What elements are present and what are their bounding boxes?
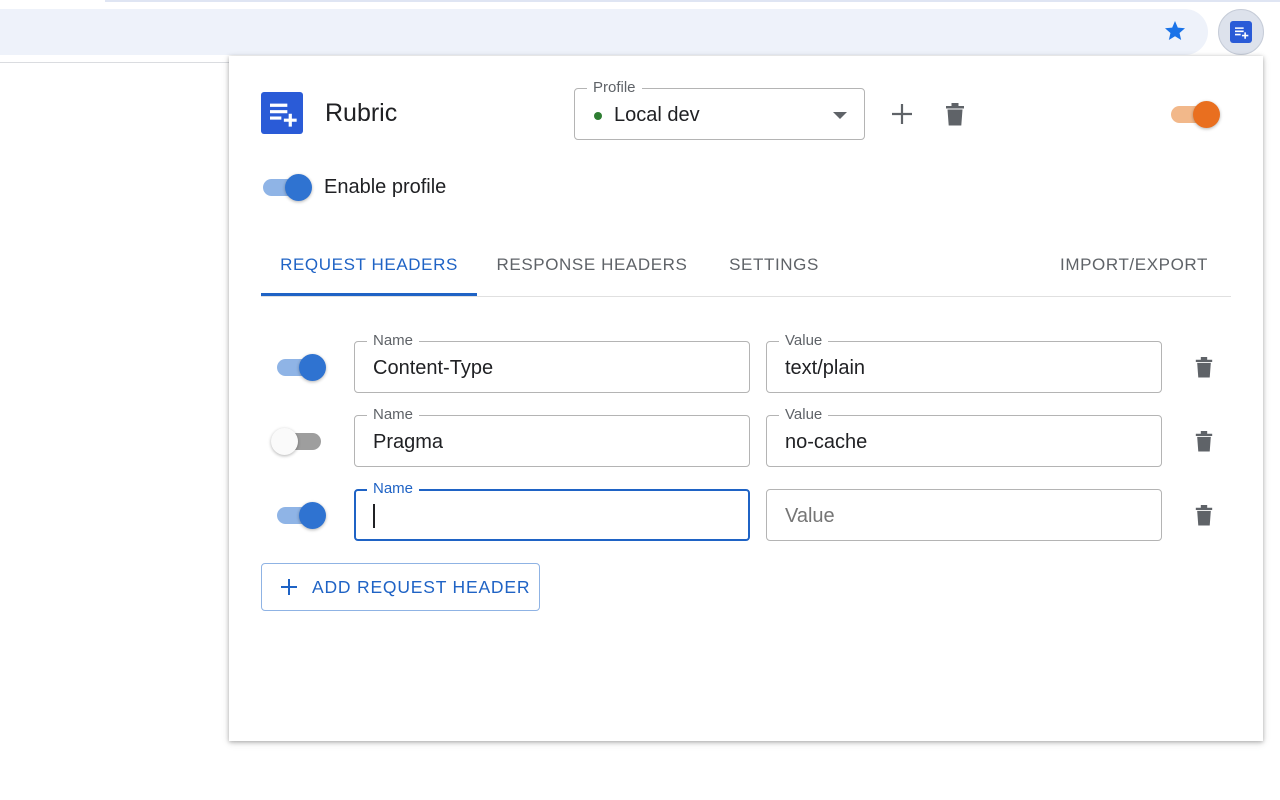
playlist-add-icon bbox=[261, 92, 303, 134]
browser-toolbar bbox=[0, 0, 1280, 64]
trash-icon bbox=[946, 103, 964, 126]
delete-header-button[interactable] bbox=[1184, 347, 1224, 387]
header-enabled-switch[interactable] bbox=[275, 351, 327, 383]
tab-request-headers[interactable]: REQUEST HEADERS bbox=[261, 253, 477, 297]
delete-header-button[interactable] bbox=[1184, 421, 1224, 461]
toolbar-divider bbox=[0, 62, 230, 63]
profile-status-dot bbox=[594, 112, 602, 120]
header-name-value: Content-Type bbox=[373, 357, 494, 379]
address-bar[interactable] bbox=[0, 9, 1208, 55]
header-value-label: Value bbox=[779, 332, 829, 350]
profile-select[interactable]: Profile Local dev bbox=[574, 79, 865, 140]
extension-button[interactable] bbox=[1218, 9, 1264, 55]
tabs-divider bbox=[261, 296, 1231, 297]
enable-profile-label: Enable profile bbox=[324, 176, 447, 198]
header-enabled-switch[interactable] bbox=[271, 425, 323, 457]
star-icon bbox=[1165, 21, 1185, 40]
plus-icon bbox=[280, 578, 298, 596]
add-profile-button[interactable] bbox=[882, 94, 922, 134]
delete-header-button[interactable] bbox=[1184, 495, 1224, 535]
extension-popup: Rubric Profile Local dev Enable profile … bbox=[229, 56, 1263, 741]
trash-icon bbox=[1195, 431, 1213, 452]
bookmark-star-button[interactable] bbox=[1162, 18, 1188, 44]
header-value-field[interactable]: Value text/plain bbox=[766, 332, 1162, 393]
dropdown-arrow-icon bbox=[833, 112, 847, 119]
trash-icon bbox=[1195, 505, 1213, 526]
tab-response-headers[interactable]: RESPONSE HEADERS bbox=[487, 253, 697, 297]
header-name-label: Name bbox=[367, 406, 420, 424]
header-name-label: Name bbox=[367, 332, 420, 350]
enable-profile-switch[interactable] bbox=[261, 171, 313, 203]
delete-profile-button[interactable] bbox=[935, 94, 975, 134]
trash-icon bbox=[1195, 357, 1213, 378]
header-value-field[interactable]: Value no-cache bbox=[766, 406, 1162, 467]
tab-strip-edge bbox=[105, 0, 1280, 2]
header-name-value: Pragma bbox=[373, 431, 444, 453]
tab-settings[interactable]: SETTINGS bbox=[709, 253, 839, 297]
profile-selected-value: Local dev bbox=[614, 104, 700, 126]
extension-master-switch[interactable] bbox=[1169, 98, 1221, 130]
rubric-extension-icon bbox=[1230, 21, 1252, 43]
profile-select-label: Profile bbox=[587, 79, 642, 97]
tab-import-export[interactable]: IMPORT/EXPORT bbox=[1044, 253, 1224, 297]
add-request-header-button[interactable]: ADD REQUEST HEADER bbox=[261, 563, 540, 611]
header-value-label: Value bbox=[779, 406, 829, 424]
text-cursor bbox=[373, 504, 375, 528]
header-enabled-switch[interactable] bbox=[275, 499, 327, 531]
header-name-field[interactable]: Name Content-Type bbox=[354, 332, 750, 393]
header-name-label: Name bbox=[367, 480, 420, 498]
header-value-value: text/plain bbox=[785, 357, 866, 379]
app-title: Rubric bbox=[325, 99, 398, 127]
header-value-field[interactable]: Value bbox=[766, 489, 1162, 541]
plus-icon bbox=[892, 104, 912, 124]
header-value-value: no-cache bbox=[785, 431, 868, 453]
header-value-placeholder: Value bbox=[785, 505, 835, 527]
header-name-field[interactable]: Name Pragma bbox=[354, 406, 750, 467]
add-request-header-label: ADD REQUEST HEADER bbox=[312, 577, 531, 597]
header-name-field[interactable]: Name bbox=[354, 480, 750, 541]
